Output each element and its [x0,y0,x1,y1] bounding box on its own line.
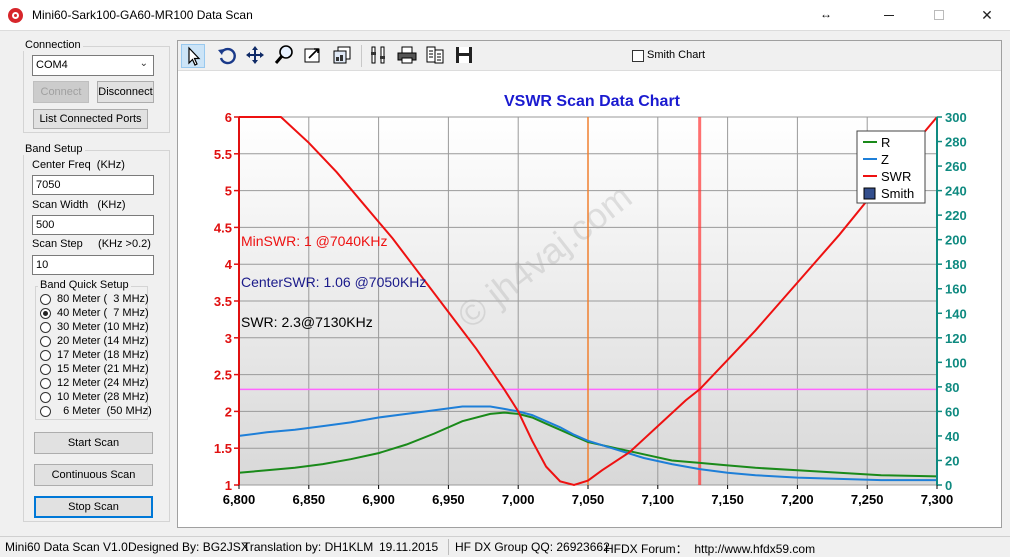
status-group: HF DX Group QQ: 26923662 [455,540,610,554]
right-axis-tick-label: 100 [945,355,967,370]
chart-annotation: CenterSWR: 1.06 @7050KHz [241,274,426,290]
status-version: Mini60 Data Scan V1.0 [5,540,128,554]
x-axis-tick-label: 7,200 [781,492,814,507]
status-forum: HFDX Forum： http://www.hfdx59.com [605,542,816,556]
right-axis-tick-label: 40 [945,429,959,444]
left-axis-tick-label: 4 [225,257,233,272]
right-axis-tick-label: 280 [945,135,967,150]
legend-label: Smith [881,186,914,201]
x-axis-tick-label: 7,100 [642,492,675,507]
vswr-chart: © jh4vaj.com11.522.533.544.555.560204060… [214,93,967,507]
x-axis-tick-label: 7,000 [502,492,535,507]
right-axis-tick-label: 120 [945,331,967,346]
status-divider [448,539,449,555]
right-axis-tick-label: 140 [945,306,967,321]
legend-label: SWR [881,169,911,184]
legend-label: R [881,135,890,150]
right-axis-tick-label: 300 [945,110,967,125]
right-axis-tick-label: 180 [945,257,967,272]
left-axis-tick-label: 4.5 [214,220,232,235]
legend-swatch-smith [863,187,876,200]
legend-label: Z [881,152,889,167]
left-axis-tick-label: 5 [225,184,232,199]
status-bar: Mini60 Data Scan V1.0 Designed By: BG2JS… [0,536,1010,556]
right-axis-tick-label: 240 [945,184,967,199]
status-date: 19.11.2015 [379,540,439,554]
x-axis-tick-label: 7,250 [851,492,884,507]
left-axis-tick-label: 3.5 [214,294,232,309]
x-axis-tick-label: 7,300 [921,492,954,507]
x-axis-tick-label: 6,950 [432,492,465,507]
x-axis-tick-label: 7,050 [572,492,605,507]
right-axis-tick-label: 20 [945,453,959,468]
right-axis-tick-label: 160 [945,282,967,297]
left-axis-tick-label: 1.5 [214,441,232,456]
status-designed-by: Designed By: BG2JSX [128,540,249,554]
chart-annotation: MinSWR: 1 @7040KHz [241,233,387,249]
left-axis-tick-label: 3 [225,331,232,346]
left-axis-tick-label: 6 [225,110,232,125]
right-axis-tick-label: 220 [945,208,967,223]
right-axis-tick-label: 60 [945,404,959,419]
right-axis-tick-label: 0 [945,478,952,493]
left-axis-tick-label: 2.5 [214,368,232,383]
x-axis-tick-label: 6,850 [293,492,326,507]
left-axis-tick-label: 5.5 [214,147,232,162]
x-axis-tick-label: 6,800 [223,492,256,507]
right-axis-tick-label: 200 [945,233,967,248]
left-axis-tick-label: 1 [225,478,232,493]
status-translation: Translation by: DH1KLM [243,540,374,554]
left-axis-tick-label: 2 [225,404,232,419]
chart-title: VSWR Scan Data Chart [504,93,681,110]
right-axis-tick-label: 260 [945,159,967,174]
right-axis-tick-label: 80 [945,380,959,395]
x-axis-tick-label: 7,150 [711,492,744,507]
x-axis-tick-label: 6,900 [362,492,395,507]
chart-annotation: SWR: 2.3@7130KHz [241,314,373,330]
